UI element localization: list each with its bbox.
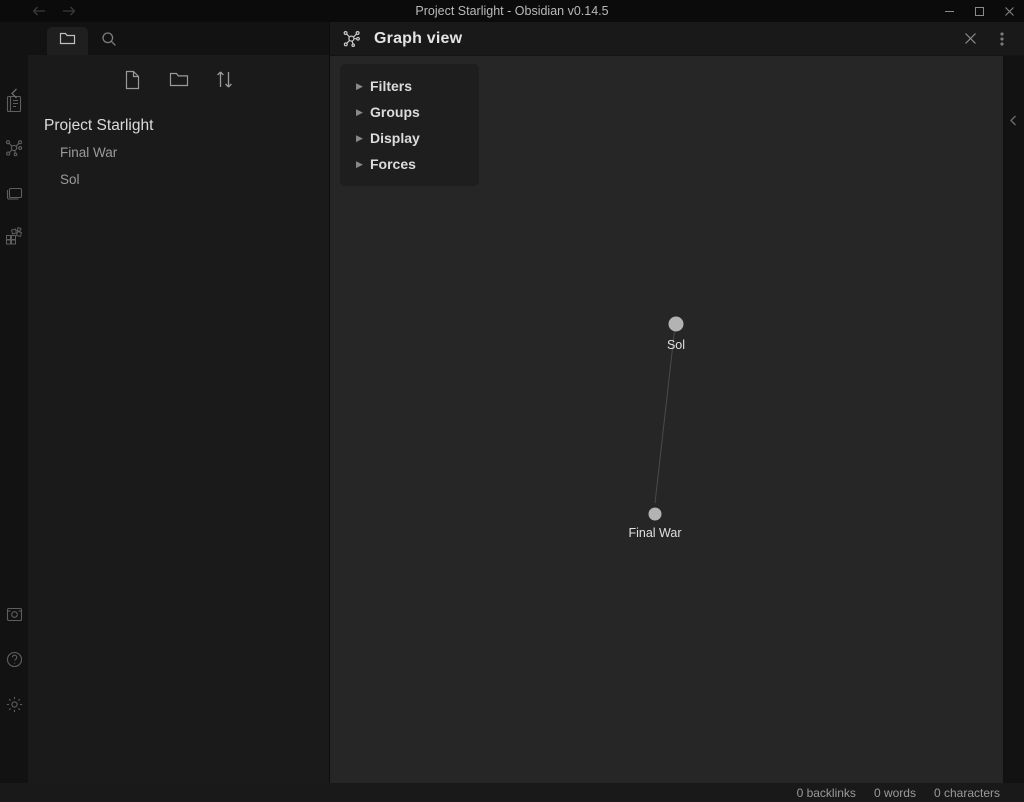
tab-file-explorer[interactable]: [47, 27, 88, 55]
graph-node-sol[interactable]: [669, 317, 684, 332]
file-item-final-war[interactable]: Final War: [28, 139, 329, 166]
graph-links-layer: [330, 56, 1024, 783]
vault-name[interactable]: Project Starlight: [28, 113, 329, 139]
sidebar-tab-bar: [28, 22, 329, 55]
status-backlinks[interactable]: 0 backlinks: [797, 786, 856, 800]
obsidian-window: Project Starlight - Obsidian v0.14.5: [0, 0, 1024, 802]
left-ribbon: [0, 22, 28, 783]
ribbon-bottom-group: [0, 592, 28, 783]
vault-switcher-icon[interactable]: [0, 592, 28, 637]
file-tree: Project Starlight Final War Sol: [28, 103, 329, 783]
status-characters[interactable]: 0 characters: [934, 786, 1000, 800]
search-icon: [101, 31, 117, 52]
back-arrow-icon[interactable]: [30, 3, 48, 19]
new-folder-icon: [169, 71, 189, 93]
help-icon[interactable]: [0, 637, 28, 682]
canvas-cards-icon[interactable]: [0, 170, 28, 214]
new-folder-button[interactable]: [167, 70, 191, 94]
view-header: Graph view: [330, 22, 1024, 56]
window-controls: [934, 0, 1024, 22]
file-explorer-toolbar: [28, 55, 329, 103]
file-explorer-sidebar: Project Starlight Final War Sol: [28, 22, 330, 783]
sort-order-button[interactable]: [213, 70, 237, 94]
graph-view-icon[interactable]: [0, 126, 28, 170]
navigation-arrows: [30, 3, 78, 19]
right-sidebar-collapsed: [1003, 56, 1024, 783]
graph-view-pane: Graph view: [330, 22, 1024, 783]
more-options-icon[interactable]: [988, 26, 1016, 52]
folder-icon: [59, 31, 76, 51]
minimize-icon[interactable]: [934, 0, 964, 22]
view-title: Graph view: [374, 30, 462, 48]
graph-node-label-final-war: Final War: [628, 526, 681, 540]
settings-icon[interactable]: [0, 682, 28, 727]
graph-canvas[interactable]: ▶ Filters ▶ Groups ▶ Display ▶ Forces: [330, 56, 1024, 783]
close-view-icon[interactable]: [956, 26, 984, 52]
close-icon[interactable]: [994, 0, 1024, 22]
new-note-button[interactable]: [121, 70, 145, 94]
collapse-left-sidebar-button[interactable]: [0, 80, 28, 106]
status-words[interactable]: 0 words: [874, 786, 916, 800]
expand-right-sidebar-button[interactable]: [1007, 114, 1020, 783]
view-actions: [956, 26, 1016, 52]
graph-view-icon: [342, 29, 362, 49]
sort-icon: [216, 70, 233, 94]
grid-layout-icon[interactable]: [0, 214, 28, 258]
title-bar: Project Starlight - Obsidian v0.14.5: [0, 0, 1024, 22]
window-title: Project Starlight - Obsidian v0.14.5: [0, 0, 1024, 22]
new-note-icon: [124, 70, 141, 95]
forward-arrow-icon[interactable]: [60, 3, 78, 19]
graph-node-final-war[interactable]: [649, 508, 662, 521]
tab-search[interactable]: [88, 27, 129, 55]
status-bar: 0 backlinks 0 words 0 characters: [0, 783, 1024, 802]
app-body: Project Starlight Final War Sol Graph vi…: [0, 22, 1024, 783]
maximize-icon[interactable]: [964, 0, 994, 22]
file-item-sol[interactable]: Sol: [28, 166, 329, 193]
graph-node-label-sol: Sol: [667, 338, 685, 352]
